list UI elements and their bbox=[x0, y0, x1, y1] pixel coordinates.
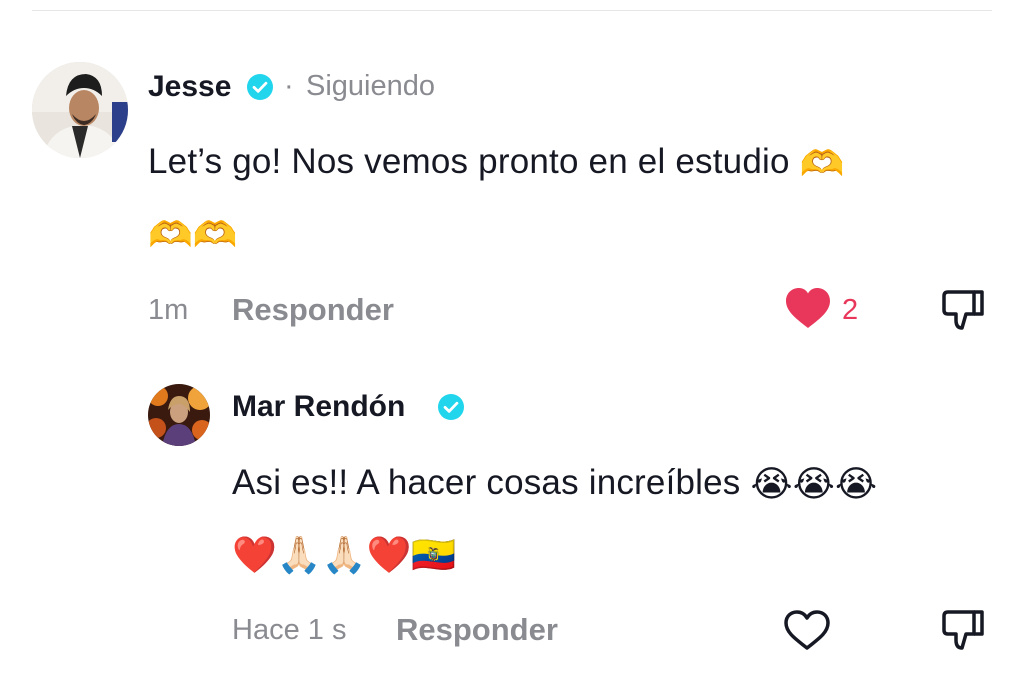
thumbs-down-icon[interactable] bbox=[940, 288, 986, 332]
comment-timestamp: 1m bbox=[148, 294, 189, 326]
comment-text: Asi es!! A hacer cosas increíbles 😭😭😭 bbox=[232, 463, 877, 505]
crying-face-emojis: 😭😭😭 bbox=[750, 464, 878, 506]
comment-text-content: Let’s go! Nos vemos pronto en el estudio bbox=[148, 142, 790, 181]
heart-icon[interactable] bbox=[784, 287, 832, 329]
verified-badge-icon bbox=[438, 394, 464, 420]
comment-text: Let’s go! Nos vemos pronto en el estudio… bbox=[148, 142, 845, 185]
comment-timestamp: Hace 1 s bbox=[232, 614, 347, 646]
reply-button[interactable]: Responder bbox=[396, 612, 558, 648]
comment-author-name[interactable]: Mar Rendón bbox=[232, 390, 405, 424]
heart-hands-emoji: 🫶 bbox=[799, 143, 845, 185]
comment-author-name[interactable]: Jesse bbox=[148, 70, 231, 104]
verified-badge-icon bbox=[247, 74, 273, 100]
heart-icon[interactable] bbox=[782, 608, 832, 652]
comment-emoji-line: 🫶🫶 bbox=[148, 214, 238, 255]
avatar-jesse[interactable] bbox=[32, 62, 128, 158]
separator-dot: · bbox=[284, 70, 294, 102]
follow-status: Siguiendo bbox=[306, 70, 435, 102]
like-count: 2 bbox=[842, 294, 859, 326]
thumbs-down-icon[interactable] bbox=[940, 608, 986, 652]
comment-emoji-line: ❤️🙏🏻🙏🏻❤️🇪🇨 bbox=[232, 534, 457, 575]
top-divider bbox=[32, 10, 992, 11]
comment-text-content: Asi es!! A hacer cosas increíbles bbox=[232, 463, 741, 502]
reply-button[interactable]: Responder bbox=[232, 292, 394, 328]
avatar-mar-rendon[interactable] bbox=[148, 384, 210, 446]
